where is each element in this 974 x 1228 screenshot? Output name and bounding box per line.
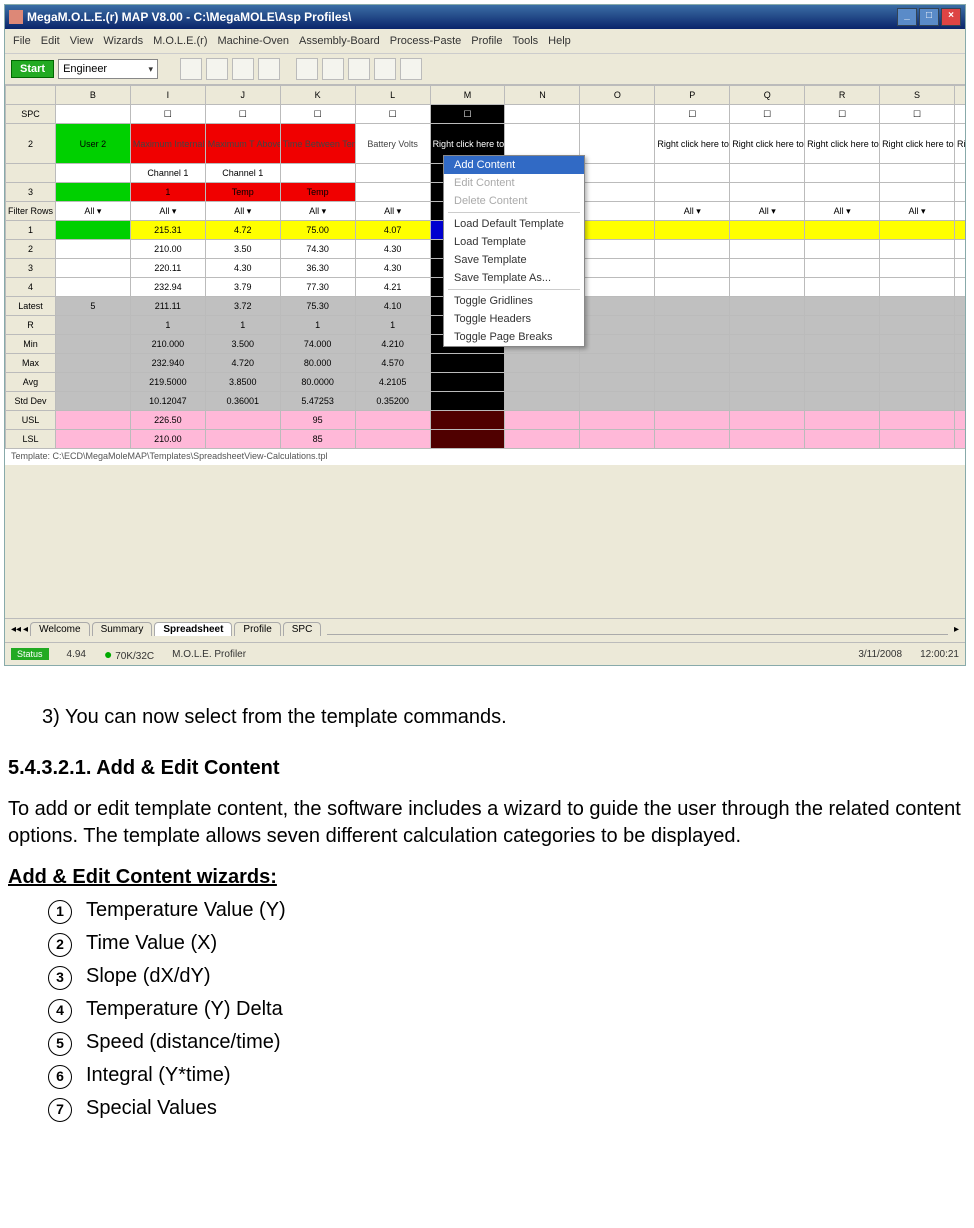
role-combo[interactable]: Engineer [58, 59, 158, 79]
step-3: 3) You can now select from the template … [42, 704, 966, 731]
list-item: 2 Time Value (X) [48, 930, 966, 957]
status-device: M.O.L.E. Profiler [172, 649, 246, 660]
tab-nav-first[interactable]: ◂◂ [11, 624, 21, 635]
tab-nav-next[interactable]: ▸ [954, 624, 959, 635]
status-date: 3/11/2008 [858, 649, 902, 660]
item-label: Temperature Value (Y) [86, 899, 286, 921]
dingbat-icon: 4 [48, 999, 72, 1023]
item-label: Speed (distance/time) [86, 1031, 281, 1053]
menu-save-template[interactable]: Save Template [444, 251, 584, 269]
toolbar-btn-7[interactable] [348, 58, 370, 80]
tab-welcome[interactable]: Welcome [30, 622, 90, 636]
section-heading: 5.4.3.2.1. Add & Edit Content [8, 755, 966, 782]
menu-load-template[interactable]: Load Template [444, 233, 584, 251]
menu-tools[interactable]: Tools [512, 35, 538, 47]
toolbar-btn-2[interactable] [206, 58, 228, 80]
toolbar-btn-3[interactable] [232, 58, 254, 80]
list-item: 6 Integral (Y*time) [48, 1062, 966, 1089]
menu-assembly-board[interactable]: Assembly-Board [299, 35, 380, 47]
toolbar-btn-8[interactable] [374, 58, 396, 80]
menu-view[interactable]: View [70, 35, 94, 47]
menu-bar: File Edit View Wizards M.O.L.E.(r) Machi… [5, 29, 965, 54]
menu-profile[interactable]: Profile [471, 35, 502, 47]
document-body: 3) You can now select from the template … [0, 670, 974, 1148]
toolbar-btn-1[interactable] [180, 58, 202, 80]
menu-toggle-headers[interactable]: Toggle Headers [444, 310, 584, 328]
status-dot-icon: ● [104, 646, 112, 662]
dingbat-icon: 2 [48, 933, 72, 957]
status-voltage: 4.94 [67, 649, 86, 660]
window-title: MegaM.O.L.E.(r) MAP V8.00 - C:\MegaMOLE\… [27, 10, 352, 24]
menu-machine-oven[interactable]: Machine-Oven [217, 35, 289, 47]
dingbat-icon: 1 [48, 900, 72, 924]
menu-edit[interactable]: Edit [41, 35, 60, 47]
tab-summary[interactable]: Summary [92, 622, 153, 636]
dingbat-icon: 3 [48, 966, 72, 990]
menu-add-content[interactable]: Add Content [444, 156, 584, 174]
toolbar-btn-4[interactable] [258, 58, 280, 80]
app-icon [9, 10, 23, 24]
status-chip: Status [11, 648, 49, 660]
item-label: Temperature (Y) Delta [86, 998, 283, 1020]
status-bar: Status 4.94 ● 70K/32C M.O.L.E. Profiler … [5, 642, 965, 665]
menu-delete-content[interactable]: Delete Content [444, 192, 584, 210]
status-temp: 70K/32C [115, 651, 154, 662]
toolbar: Start Engineer [5, 54, 965, 85]
toolbar-btn-6[interactable] [322, 58, 344, 80]
spreadsheet-grid[interactable]: BIJ KLM NOP QRS TU SPC ☐☐☐☐☐ ☐☐☐☐☐☐ 2 Us… [5, 85, 965, 465]
menu-save-template-as[interactable]: Save Template As... [444, 269, 584, 287]
list-item: 1 Temperature Value (Y) [48, 897, 966, 924]
dingbat-icon: 5 [48, 1032, 72, 1056]
sheet-tabs: ◂◂ ◂ Welcome Summary Spreadsheet Profile… [5, 618, 965, 639]
minimize-button[interactable]: _ [897, 8, 917, 26]
menu-process-paste[interactable]: Process-Paste [390, 35, 462, 47]
item-label: Time Value (X) [86, 932, 217, 954]
start-button[interactable]: Start [11, 60, 54, 78]
tab-spreadsheet[interactable]: Spreadsheet [154, 622, 232, 636]
menu-toggle-gridlines[interactable]: Toggle Gridlines [444, 292, 584, 310]
context-menu: Add Content Edit Content Delete Content … [443, 155, 585, 347]
item-label: Special Values [86, 1097, 217, 1119]
toolbar-btn-5[interactable] [296, 58, 318, 80]
item-label: Slope (dX/dY) [86, 965, 211, 987]
role-value: Engineer [63, 63, 107, 75]
tab-spc[interactable]: SPC [283, 622, 322, 636]
menu-help[interactable]: Help [548, 35, 571, 47]
list-item: 3 Slope (dX/dY) [48, 963, 966, 990]
dingbat-icon: 6 [48, 1065, 72, 1089]
list-item: 7 Special Values [48, 1095, 966, 1122]
menu-file[interactable]: File [13, 35, 31, 47]
item-label: Integral (Y*time) [86, 1064, 231, 1086]
title-bar: MegaM.O.L.E.(r) MAP V8.00 - C:\MegaMOLE\… [5, 5, 965, 29]
template-path: Template: C:\ECD\MegaMoleMAP\Templates\S… [5, 449, 965, 463]
list-item: 4 Temperature (Y) Delta [48, 996, 966, 1023]
tab-profile[interactable]: Profile [234, 622, 280, 636]
menu-mole[interactable]: M.O.L.E.(r) [153, 35, 207, 47]
app-screenshot: MegaM.O.L.E.(r) MAP V8.00 - C:\MegaMOLE\… [4, 4, 966, 666]
dingbat-icon: 7 [48, 1098, 72, 1122]
wizards-subheading: Add & Edit Content wizards: [8, 864, 966, 891]
menu-wizards[interactable]: Wizards [103, 35, 143, 47]
column-headers: BIJ KLM NOP QRS TU [6, 86, 966, 105]
close-button[interactable]: × [941, 8, 961, 26]
menu-toggle-page-breaks[interactable]: Toggle Page Breaks [444, 328, 584, 346]
list-item: 5 Speed (distance/time) [48, 1029, 966, 1056]
menu-load-default-template[interactable]: Load Default Template [444, 215, 584, 233]
tab-nav-prev[interactable]: ◂ [23, 624, 28, 635]
maximize-button[interactable]: □ [919, 8, 939, 26]
wizards-list: 1 Temperature Value (Y) 2 Time Value (X) 3… [48, 897, 966, 1122]
status-time: 12:00:21 [920, 649, 959, 660]
section-paragraph: To add or edit template content, the sof… [8, 796, 966, 850]
toolbar-btn-9[interactable] [400, 58, 422, 80]
menu-edit-content[interactable]: Edit Content [444, 174, 584, 192]
